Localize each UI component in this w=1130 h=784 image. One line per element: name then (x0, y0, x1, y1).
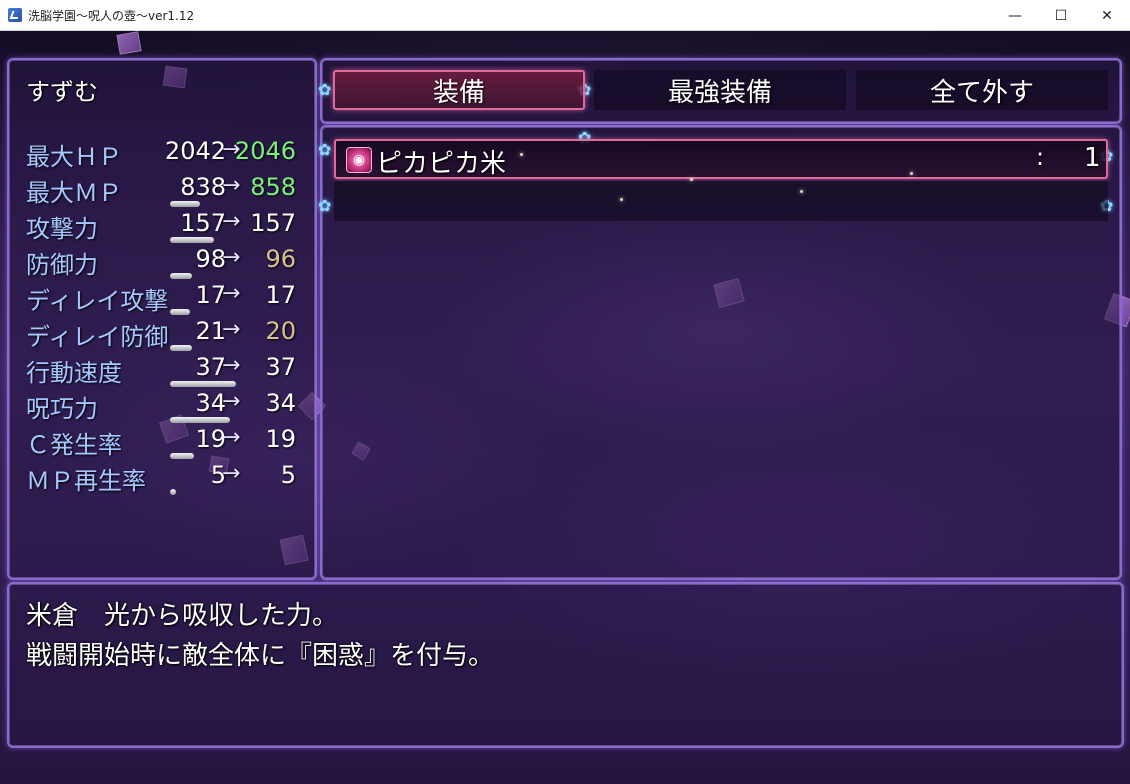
stat-label: Ｃ発生率 (26, 431, 122, 459)
stat-bar (170, 345, 192, 351)
stat-row: 防御力 98 → 96 (26, 245, 306, 279)
stat-new-value: 19 (265, 425, 296, 453)
stat-row: ＭＰ再生率 5 → 5 (26, 461, 306, 495)
flower-ornament-icon (318, 196, 332, 215)
stat-bar (170, 417, 230, 423)
arrow-right-icon: → (222, 353, 241, 378)
floating-paper (116, 31, 142, 55)
stat-new-value: 37 (265, 353, 296, 381)
sparkle (800, 190, 803, 193)
optimize-command[interactable]: 最強装備 (594, 70, 846, 110)
stat-row: 最大ＨＰ 2042 → 2046 (26, 137, 306, 171)
stat-label: 最大ＭＰ (26, 179, 122, 207)
stat-label: 呪巧力 (26, 395, 98, 423)
stat-bar (170, 273, 192, 279)
item-row-empty[interactable] (334, 181, 1108, 221)
stat-current-value: 157 (180, 209, 226, 237)
stat-label: 最大ＨＰ (26, 143, 122, 171)
arrow-right-icon: → (222, 461, 241, 486)
maximize-button[interactable]: ☐ (1038, 0, 1084, 31)
stat-new-value: 96 (265, 245, 296, 273)
stat-new-value: 20 (265, 317, 296, 345)
stat-bar (170, 489, 176, 495)
window-title: 洗脳学園～呪人の壺～ver1.12 (28, 8, 195, 23)
arrow-right-icon: → (222, 245, 241, 270)
arrow-right-icon: → (222, 317, 241, 342)
arrow-right-icon: → (222, 209, 241, 234)
stat-new-value: 2046 (234, 137, 296, 165)
stat-row: 呪巧力 34 → 34 (26, 389, 306, 423)
stat-bar (170, 453, 194, 459)
flower-ornament-icon (318, 80, 332, 99)
arrow-right-icon: → (222, 389, 241, 414)
item-separator: : (1036, 143, 1045, 171)
item-name: ピカピカ米 (376, 149, 507, 179)
equip-command[interactable]: 装備 (333, 70, 585, 110)
stat-label: 攻撃力 (26, 215, 98, 243)
sparkle (690, 178, 693, 181)
stat-new-value: 34 (265, 389, 296, 417)
stat-bar (170, 381, 236, 387)
stat-new-value: 5 (280, 461, 296, 489)
arrow-right-icon: → (222, 173, 241, 198)
stat-row: 攻撃力 157 → 157 (26, 209, 306, 243)
close-button[interactable]: ✕ (1084, 0, 1130, 31)
minimize-button[interactable]: — (992, 0, 1038, 31)
stat-new-value: 17 (265, 281, 296, 309)
stat-current-value: 2042 (164, 137, 226, 165)
sparkle (910, 172, 913, 175)
stat-new-value: 858 (250, 173, 296, 201)
stat-label: ディレイ攻撃 (26, 287, 169, 315)
remove-all-command[interactable]: 全て外す (856, 70, 1108, 110)
stat-bar (170, 201, 200, 207)
stat-row: 行動速度 37 → 37 (26, 353, 306, 387)
help-text-line2: 戦闘開始時に敵全体に『困惑』を付与。 (26, 641, 495, 671)
stat-row: Ｃ発生率 19 → 19 (26, 425, 306, 459)
stat-row: ディレイ攻撃 17 → 17 (26, 281, 306, 315)
sparkle (520, 153, 523, 156)
stat-bar (170, 309, 190, 315)
character-name: すずむ (26, 78, 98, 106)
stat-new-value: 157 (250, 209, 296, 237)
stat-row: ディレイ防御 21 → 20 (26, 317, 306, 351)
stat-label: 行動速度 (26, 359, 122, 387)
help-text-line1: 米倉 光から吸収した力。 (26, 601, 339, 631)
arrow-right-icon: → (222, 281, 241, 306)
rice-icon: ◉ (346, 147, 372, 173)
stat-label: 防御力 (26, 251, 98, 279)
stat-row: 最大ＭＰ 838 → 858 (26, 173, 306, 207)
flower-ornament-icon (318, 140, 332, 159)
stat-current-value: 838 (180, 173, 226, 201)
item-quantity: 1 (1084, 143, 1101, 173)
app-icon (8, 8, 22, 22)
window-controls: — ☐ ✕ (992, 0, 1130, 31)
sparkle (620, 198, 623, 201)
stat-label: ディレイ防御 (26, 323, 169, 351)
window-titlebar: 洗脳学園～呪人の壺～ver1.12 — ☐ ✕ (0, 0, 1130, 31)
arrow-right-icon: → (222, 425, 241, 450)
stat-bar (170, 237, 214, 243)
stat-label: ＭＰ再生率 (26, 467, 146, 495)
